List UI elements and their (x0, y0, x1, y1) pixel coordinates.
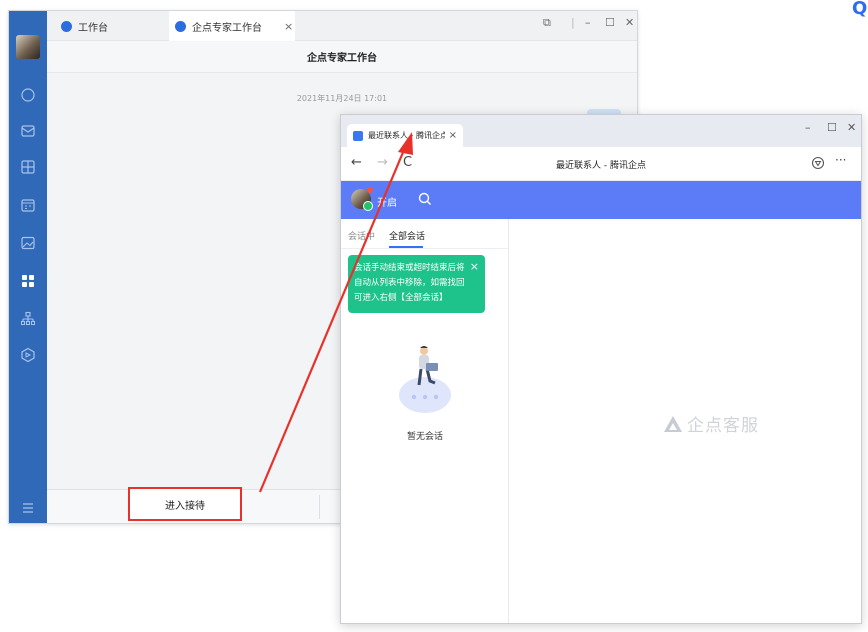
maximize-button[interactable]: ☐ (827, 121, 837, 134)
info-circle-icon (175, 20, 186, 32)
tab-label: 企点专家工作台 (192, 22, 262, 34)
separator: | (571, 16, 575, 29)
minimize-button[interactable]: – (805, 121, 811, 134)
cube-icon[interactable] (18, 345, 38, 365)
tab-label: 工作台 (78, 22, 108, 34)
tab-workbench[interactable]: 工作台 (57, 11, 167, 41)
qidian-favicon-icon (353, 130, 363, 141)
message-timestamp: 2021年11月24日 17:01 (296, 94, 388, 103)
brand-watermark: 企点客服 (663, 411, 759, 436)
empty-state-illustration (399, 346, 451, 413)
empty-state-text: 暂无会话 (406, 432, 443, 442)
minimize-button[interactable]: – (585, 16, 591, 29)
page-title: 最近联系人 - 腾讯企点 (556, 161, 646, 171)
close-icon[interactable]: × (284, 20, 293, 33)
browser-toolbar: ← → C 最近联系人 - 腾讯企点 ··· (341, 147, 861, 181)
browser-tab-label: 最近联系人 - 腾讯企点 (368, 131, 445, 140)
screenshot-stage: 工作台 企点专家工作台 × ⧉ | – ☐ ✕ 企点专家工作台 2021年11月… (0, 0, 868, 632)
status-label[interactable]: 开启 (377, 194, 397, 209)
tooltip-text: 会话手动结束或超时结束后将自动从列表中移除，如需找回可进入右侧【全部会话】 (354, 263, 465, 303)
close-button[interactable]: ✕ (625, 16, 634, 29)
close-icon[interactable]: × (470, 259, 479, 274)
agent-status-bar: 开启 (341, 181, 861, 219)
tab-bar: 工作台 企点专家工作台 × ⧉ | – ☐ ✕ (47, 11, 637, 41)
close-icon[interactable]: × (449, 130, 457, 141)
tab-active-sessions[interactable]: 会话中 (348, 229, 375, 242)
page-title: 企点专家工作台 (47, 41, 637, 73)
org-chart-icon[interactable] (18, 309, 38, 329)
mail-icon[interactable] (18, 121, 38, 141)
tab-underline (389, 246, 423, 248)
more-icon[interactable]: ··· (835, 153, 846, 167)
info-tooltip: 会话手动结束或超时结束后将自动从列表中移除，如需找回可进入右侧【全部会话】 × (348, 255, 485, 313)
conversation-tabs: 会话中 全部会话 (341, 219, 509, 249)
user-avatar[interactable] (16, 35, 40, 59)
image-icon[interactable] (18, 233, 38, 253)
close-button[interactable]: ✕ (847, 121, 856, 134)
extension-icon[interactable] (811, 156, 825, 170)
maximize-button[interactable]: ☐ (605, 16, 615, 29)
corner-logo-icon: Q (852, 0, 868, 19)
notification-dot (367, 187, 373, 193)
browser-tab-strip: 最近联系人 - 腾讯企点 × – ☐ ✕ (341, 115, 861, 147)
browser-window: 最近联系人 - 腾讯企点 × – ☐ ✕ ← → C 最近联系人 - 腾讯企点 … (340, 114, 862, 624)
pin-icon[interactable]: ⧉ (543, 16, 551, 30)
browser-tab[interactable]: 最近联系人 - 腾讯企点 × (347, 124, 463, 147)
apps-grid-icon[interactable] (18, 271, 38, 291)
sidebar (9, 11, 47, 523)
qidian-logo-icon (664, 415, 682, 432)
search-icon[interactable] (417, 191, 433, 207)
tab-all-sessions[interactable]: 全部会话 (389, 229, 425, 242)
enter-reception-button[interactable]: 进入接待 (128, 487, 242, 521)
calendar-icon[interactable] (18, 195, 38, 215)
tab-expert-workbench[interactable]: 企点专家工作台 × (169, 11, 295, 41)
menu-icon[interactable] (18, 498, 38, 518)
box-icon[interactable] (18, 157, 38, 177)
online-check-icon (363, 201, 373, 211)
chat-bubble-icon[interactable] (18, 85, 38, 105)
watermark-text: 企点客服 (687, 416, 759, 436)
conversation-panel: 会话中 全部会话 会话手动结束或超时结束后将自动从列表中移除，如需找回可进入右侧… (341, 219, 509, 623)
grid-circle-icon (61, 20, 72, 32)
divider (319, 495, 320, 519)
